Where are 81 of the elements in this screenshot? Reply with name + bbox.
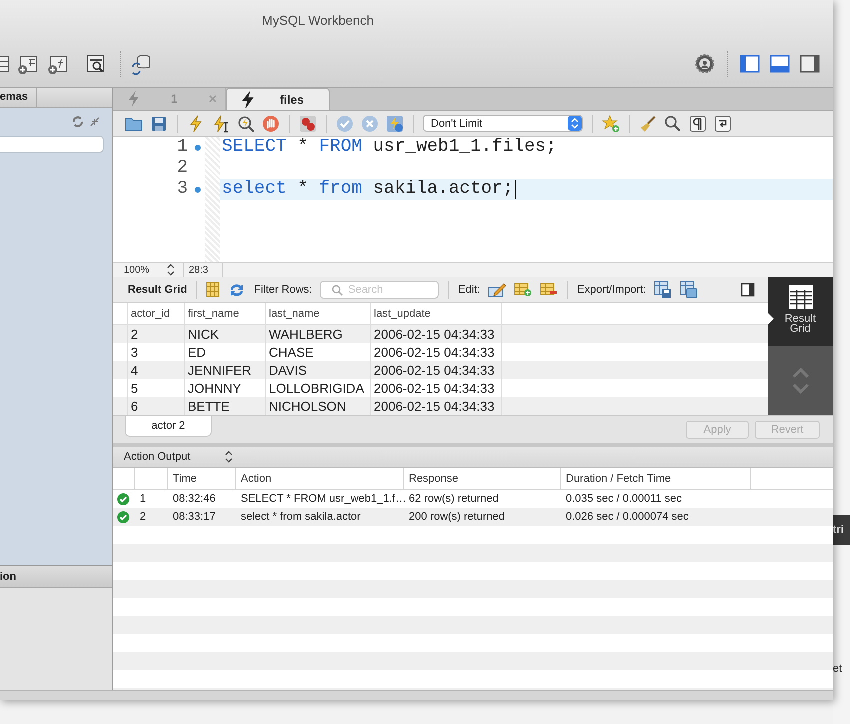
inspect-icon[interactable] bbox=[86, 54, 106, 74]
window-title: MySQL Workbench bbox=[262, 12, 374, 28]
auto-commit-icon[interactable] bbox=[386, 114, 404, 132]
line-number: 3 bbox=[176, 179, 188, 200]
table-cell: 2006-02-15 04:34:33 bbox=[371, 325, 502, 343]
column-header[interactable]: Duration / Fetch Time bbox=[561, 468, 751, 489]
query-tab[interactable]: files bbox=[226, 88, 330, 110]
table-cell-text: 0.035 sec / 0.00011 sec bbox=[565, 492, 683, 507]
table-cell-text: 1 bbox=[139, 492, 148, 507]
sidebar-tab[interactable]: ion bbox=[0, 570, 16, 582]
table-cell: JENNIFER bbox=[185, 361, 266, 379]
table-cell-text: select * from sakila.actor bbox=[240, 510, 362, 525]
export-label: Export/Import: bbox=[577, 284, 646, 296]
code-line: SELECT * FROM usr_web1_1.files; bbox=[222, 137, 557, 158]
result-tab[interactable]: actor 2 bbox=[125, 416, 212, 437]
table-cell: NICK bbox=[185, 325, 266, 343]
table-cell-text: 62 row(s) returned bbox=[408, 492, 500, 507]
table-cell-text: SELECT * FROM usr_web1_1.f… bbox=[240, 492, 404, 507]
table-cell-text: 0.026 sec / 0.000074 sec bbox=[565, 510, 690, 525]
filter-label: Filter Rows: bbox=[254, 284, 312, 296]
panel-toggle-icon[interactable] bbox=[741, 282, 755, 296]
save-icon[interactable] bbox=[150, 114, 168, 132]
page-text: tri bbox=[833, 524, 844, 536]
table-cell-text: 200 row(s) returned bbox=[408, 510, 506, 525]
edit-label: Edit: bbox=[458, 284, 480, 296]
explain-icon[interactable] bbox=[237, 114, 255, 132]
column-header[interactable]: last_name bbox=[266, 303, 371, 324]
zoom-level: 100% bbox=[124, 264, 151, 276]
stop-icon[interactable] bbox=[262, 114, 280, 132]
columns-icon[interactable] bbox=[206, 282, 220, 298]
delete-row-icon[interactable] bbox=[540, 282, 558, 298]
add-row-icon[interactable] bbox=[514, 282, 532, 298]
table-cell-text: 2 bbox=[139, 510, 148, 525]
stepper-icon[interactable] bbox=[166, 263, 176, 277]
star-add-icon[interactable] bbox=[602, 114, 620, 132]
edit-row-icon[interactable] bbox=[488, 282, 506, 298]
lightning-cursor-icon[interactable] bbox=[212, 114, 230, 132]
export-icon[interactable] bbox=[654, 280, 672, 298]
panel-toggle-icon[interactable] bbox=[800, 54, 820, 72]
settings-icon[interactable] bbox=[695, 54, 715, 74]
function-add-icon[interactable] bbox=[48, 54, 68, 74]
sidebar-toggle-icon[interactable] bbox=[740, 54, 760, 72]
stepper-icon bbox=[568, 116, 582, 131]
line-number: 2 bbox=[176, 158, 188, 179]
table-add-icon[interactable] bbox=[18, 54, 38, 74]
search-icon bbox=[332, 284, 344, 296]
database-sync-icon[interactable] bbox=[131, 52, 153, 74]
table-cell: 2 bbox=[128, 325, 185, 343]
output-toggle-icon[interactable] bbox=[770, 54, 790, 72]
word-wrap-icon[interactable] bbox=[714, 114, 732, 132]
stepper-icon[interactable] bbox=[224, 450, 234, 464]
cursor-position: 28:3 bbox=[189, 264, 208, 276]
page-text: et bbox=[833, 663, 844, 675]
search-field[interactable] bbox=[0, 136, 104, 153]
import-icon[interactable] bbox=[680, 280, 698, 298]
broom-icon[interactable] bbox=[639, 114, 657, 132]
column-header[interactable]: Time bbox=[168, 468, 236, 489]
text-cursor bbox=[514, 180, 516, 199]
result-grid-button[interactable]: Result Grid bbox=[768, 277, 833, 346]
search-field[interactable]: Search bbox=[320, 280, 440, 298]
table-cell: 2006-02-15 04:34:33 bbox=[371, 361, 502, 379]
code-line: select * from sakila.actor; bbox=[222, 179, 514, 200]
limit-select[interactable]: Don't Limit bbox=[423, 115, 583, 132]
collapse-icon[interactable] bbox=[90, 117, 100, 127]
panel-title: Action Output bbox=[124, 451, 192, 463]
line-number: 1 bbox=[176, 137, 188, 158]
error-toggle-icon[interactable] bbox=[299, 114, 317, 132]
table-cell-text: 08:33:17 bbox=[172, 510, 217, 525]
column-header[interactable]: first_name bbox=[185, 303, 266, 324]
table-cell-text: 08:32:46 bbox=[172, 492, 217, 507]
column-header[interactable]: Action bbox=[236, 468, 404, 489]
column-header[interactable]: last_update bbox=[371, 303, 502, 324]
refresh-icon[interactable] bbox=[72, 116, 84, 128]
column-header[interactable]: actor_id bbox=[128, 303, 185, 324]
table-cell: WAHLBERG bbox=[266, 325, 371, 343]
panel-title: Result Grid bbox=[128, 284, 188, 296]
search-icon[interactable] bbox=[664, 114, 682, 132]
table-cell: 4 bbox=[128, 361, 185, 379]
table-cell: DAVIS bbox=[266, 361, 371, 379]
paragraph-icon[interactable] bbox=[689, 114, 707, 132]
column-header[interactable]: Response bbox=[404, 468, 561, 489]
